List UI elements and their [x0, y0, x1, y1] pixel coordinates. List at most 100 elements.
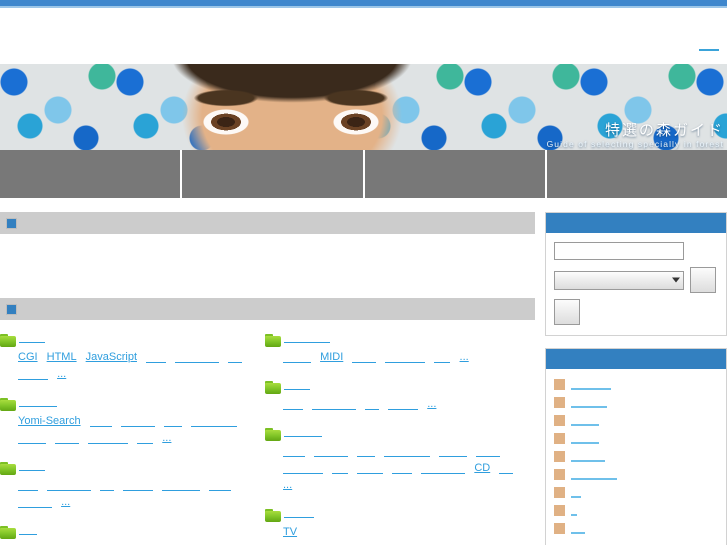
category-heading[interactable] — [265, 507, 530, 523]
category-link[interactable] — [434, 352, 451, 363]
category-link-more[interactable]: ... — [283, 479, 292, 491]
category-link[interactable] — [388, 399, 419, 410]
category-link[interactable] — [384, 446, 431, 457]
category-link[interactable] — [120, 416, 155, 427]
category-name[interactable] — [19, 524, 37, 536]
list-item[interactable] — [554, 487, 718, 498]
category-link[interactable] — [162, 480, 201, 491]
square-bullet-icon — [554, 379, 565, 390]
category-link[interactable] — [55, 433, 80, 444]
category-link-more[interactable]: ... — [162, 432, 171, 444]
category-name[interactable] — [284, 332, 330, 343]
category-name[interactable] — [284, 379, 310, 391]
sidebar-link[interactable] — [571, 488, 581, 498]
list-item[interactable] — [554, 397, 718, 408]
search-input[interactable] — [554, 242, 684, 260]
category-name[interactable] — [19, 332, 45, 343]
category-link[interactable] — [137, 433, 154, 444]
category-link[interactable]: CGI — [18, 351, 38, 363]
list-item[interactable] — [554, 415, 718, 426]
category-link[interactable] — [365, 399, 380, 410]
sidebar-link[interactable] — [571, 416, 599, 426]
category-link[interactable] — [18, 497, 52, 508]
sidebar-link[interactable] — [571, 380, 611, 390]
category-link[interactable] — [123, 480, 154, 491]
sidebar-link[interactable] — [571, 452, 605, 462]
category-heading[interactable] — [0, 332, 265, 347]
category-link[interactable] — [209, 480, 232, 491]
category-link[interactable] — [18, 480, 38, 491]
category-link[interactable]: MIDI — [320, 351, 343, 363]
search-box-body — [546, 233, 726, 335]
hero-subtitle: Guide of selecting specially in forest — [546, 139, 724, 150]
category-link[interactable]: TV — [283, 526, 297, 538]
category-link[interactable] — [357, 463, 384, 474]
category-heading[interactable] — [0, 396, 265, 412]
category-name[interactable] — [284, 507, 314, 519]
list-item[interactable] — [554, 451, 718, 462]
list-item[interactable] — [554, 469, 718, 480]
search-button[interactable] — [690, 267, 716, 293]
category-link[interactable]: HTML — [47, 351, 77, 363]
category-link[interactable] — [439, 446, 468, 457]
search-category-select[interactable] — [554, 270, 684, 290]
category-name[interactable] — [19, 396, 57, 408]
category-heading[interactable] — [265, 379, 530, 395]
category-name[interactable] — [284, 426, 322, 438]
nav-item-2[interactable] — [182, 150, 365, 198]
category-link[interactable] — [357, 446, 376, 457]
nav-item-4[interactable] — [547, 150, 727, 198]
category-link[interactable] — [283, 446, 305, 457]
category-heading[interactable] — [0, 460, 265, 476]
category-link[interactable] — [18, 369, 48, 380]
category-link[interactable] — [385, 352, 426, 363]
category-link[interactable] — [88, 433, 129, 444]
sidebar-link[interactable] — [571, 524, 585, 534]
category-link[interactable]: Yomi-Search — [18, 415, 81, 427]
list-item[interactable] — [554, 433, 718, 444]
category-link[interactable] — [100, 480, 115, 491]
sidebar-link[interactable] — [571, 398, 607, 408]
category-link[interactable] — [312, 399, 357, 410]
category-link[interactable] — [476, 446, 501, 457]
category-heading[interactable] — [265, 426, 530, 442]
list-item[interactable] — [554, 523, 718, 534]
category-link[interactable] — [175, 352, 220, 363]
sidebar-link[interactable] — [571, 434, 599, 444]
category-link[interactable] — [283, 399, 303, 410]
square-bullet-icon — [554, 469, 565, 480]
category-link[interactable] — [228, 352, 243, 363]
category-link[interactable] — [163, 416, 182, 427]
category-link-more[interactable]: ... — [61, 496, 70, 508]
list-item[interactable] — [554, 379, 718, 390]
category-heading[interactable] — [0, 524, 265, 540]
category-link[interactable] — [283, 463, 323, 474]
square-bullet-icon — [6, 217, 17, 229]
category-name[interactable] — [19, 460, 45, 472]
category-link[interactable] — [89, 416, 112, 427]
list-item[interactable] — [554, 505, 718, 516]
sidebar-link[interactable] — [571, 506, 577, 516]
category-link[interactable] — [352, 352, 377, 363]
secondary-search-button[interactable] — [554, 299, 580, 325]
category-link[interactable] — [283, 352, 311, 363]
category-link[interactable] — [18, 433, 46, 444]
nav-item-1[interactable] — [0, 150, 183, 198]
category-link[interactable] — [421, 463, 466, 474]
category-link[interactable] — [392, 463, 413, 474]
category-link[interactable]: CD — [474, 462, 490, 474]
category-link[interactable] — [332, 463, 349, 474]
category-heading[interactable] — [265, 332, 530, 347]
sidebar-link[interactable] — [571, 470, 617, 480]
category-link[interactable] — [314, 446, 349, 457]
category-link[interactable] — [499, 463, 514, 474]
category-link-more[interactable]: ... — [427, 398, 436, 410]
category-link[interactable] — [190, 416, 237, 427]
category-link[interactable]: JavaScript — [86, 351, 137, 363]
nav-item-3[interactable] — [365, 150, 547, 198]
category-link-more[interactable]: ... — [460, 351, 469, 363]
category-link[interactable] — [146, 352, 167, 363]
category-link[interactable] — [47, 480, 92, 491]
category-link-more[interactable]: ... — [57, 368, 66, 380]
utility-link-1[interactable] — [699, 49, 719, 51]
